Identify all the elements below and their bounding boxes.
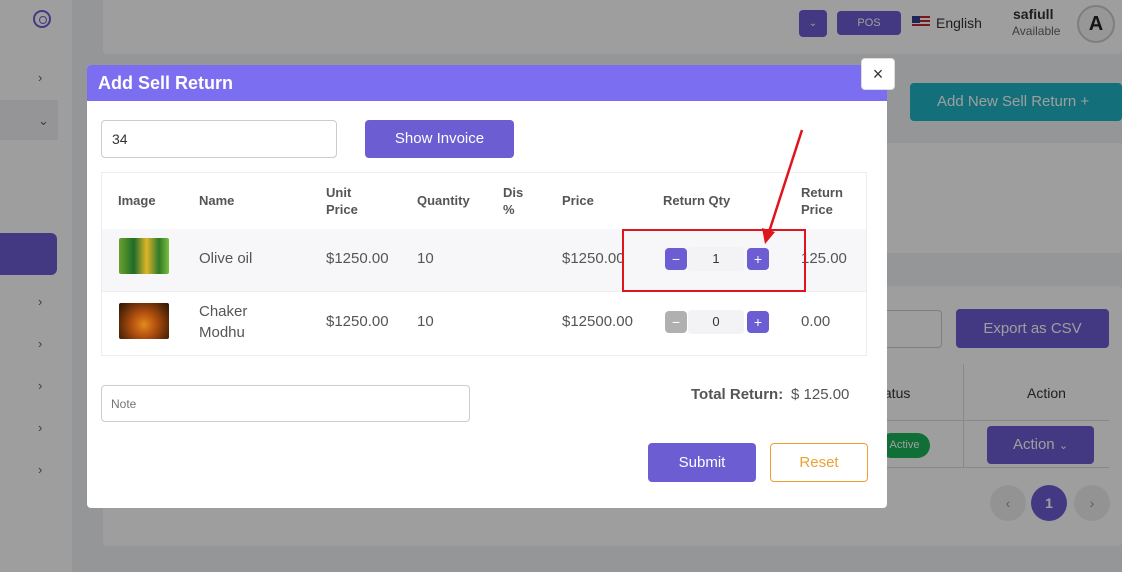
- column-header-image: Image: [118, 193, 156, 208]
- product-image: [119, 238, 169, 274]
- price: $1250.00: [562, 250, 625, 267]
- product-image: [119, 303, 169, 339]
- return-price: 0.00: [801, 313, 831, 330]
- invoice-number-input[interactable]: [101, 120, 337, 158]
- show-invoice-button[interactable]: Show Invoice: [365, 120, 514, 158]
- product-name: Chaker Modhu: [199, 303, 248, 341]
- submit-button[interactable]: Submit: [648, 443, 756, 482]
- decrease-qty-button[interactable]: −: [665, 311, 687, 333]
- modal-header: Add Sell Return: [87, 65, 887, 101]
- column-header-name: Name: [199, 193, 235, 208]
- column-header-price: Price: [562, 193, 594, 208]
- column-header-quantity: Quantity: [417, 193, 470, 208]
- quantity: 10: [417, 250, 434, 267]
- column-header-discount: Dis %: [503, 185, 524, 217]
- return-qty-input[interactable]: 0: [688, 310, 744, 334]
- total-return-label: Total Return:: [691, 386, 784, 403]
- unit-price: $1250.00: [326, 313, 389, 330]
- quantity: 10: [417, 313, 434, 330]
- unit-price: $1250.00: [326, 250, 389, 267]
- annotation-arrow-icon: [762, 129, 804, 244]
- modal-title: Add Sell Return: [98, 73, 234, 93]
- return-price: 125.00: [801, 250, 847, 267]
- close-button[interactable]: ×: [861, 58, 895, 90]
- product-name: Olive oil: [199, 250, 253, 267]
- total-return-value: $ 125.00: [791, 386, 850, 403]
- column-header-unit-price: Unit Price: [326, 185, 358, 217]
- increase-qty-button[interactable]: +: [747, 311, 769, 333]
- column-header-return-qty: Return Qty: [663, 193, 731, 208]
- reset-button[interactable]: Reset: [770, 443, 868, 482]
- note-field[interactable]: [101, 385, 470, 422]
- price: $12500.00: [562, 313, 633, 330]
